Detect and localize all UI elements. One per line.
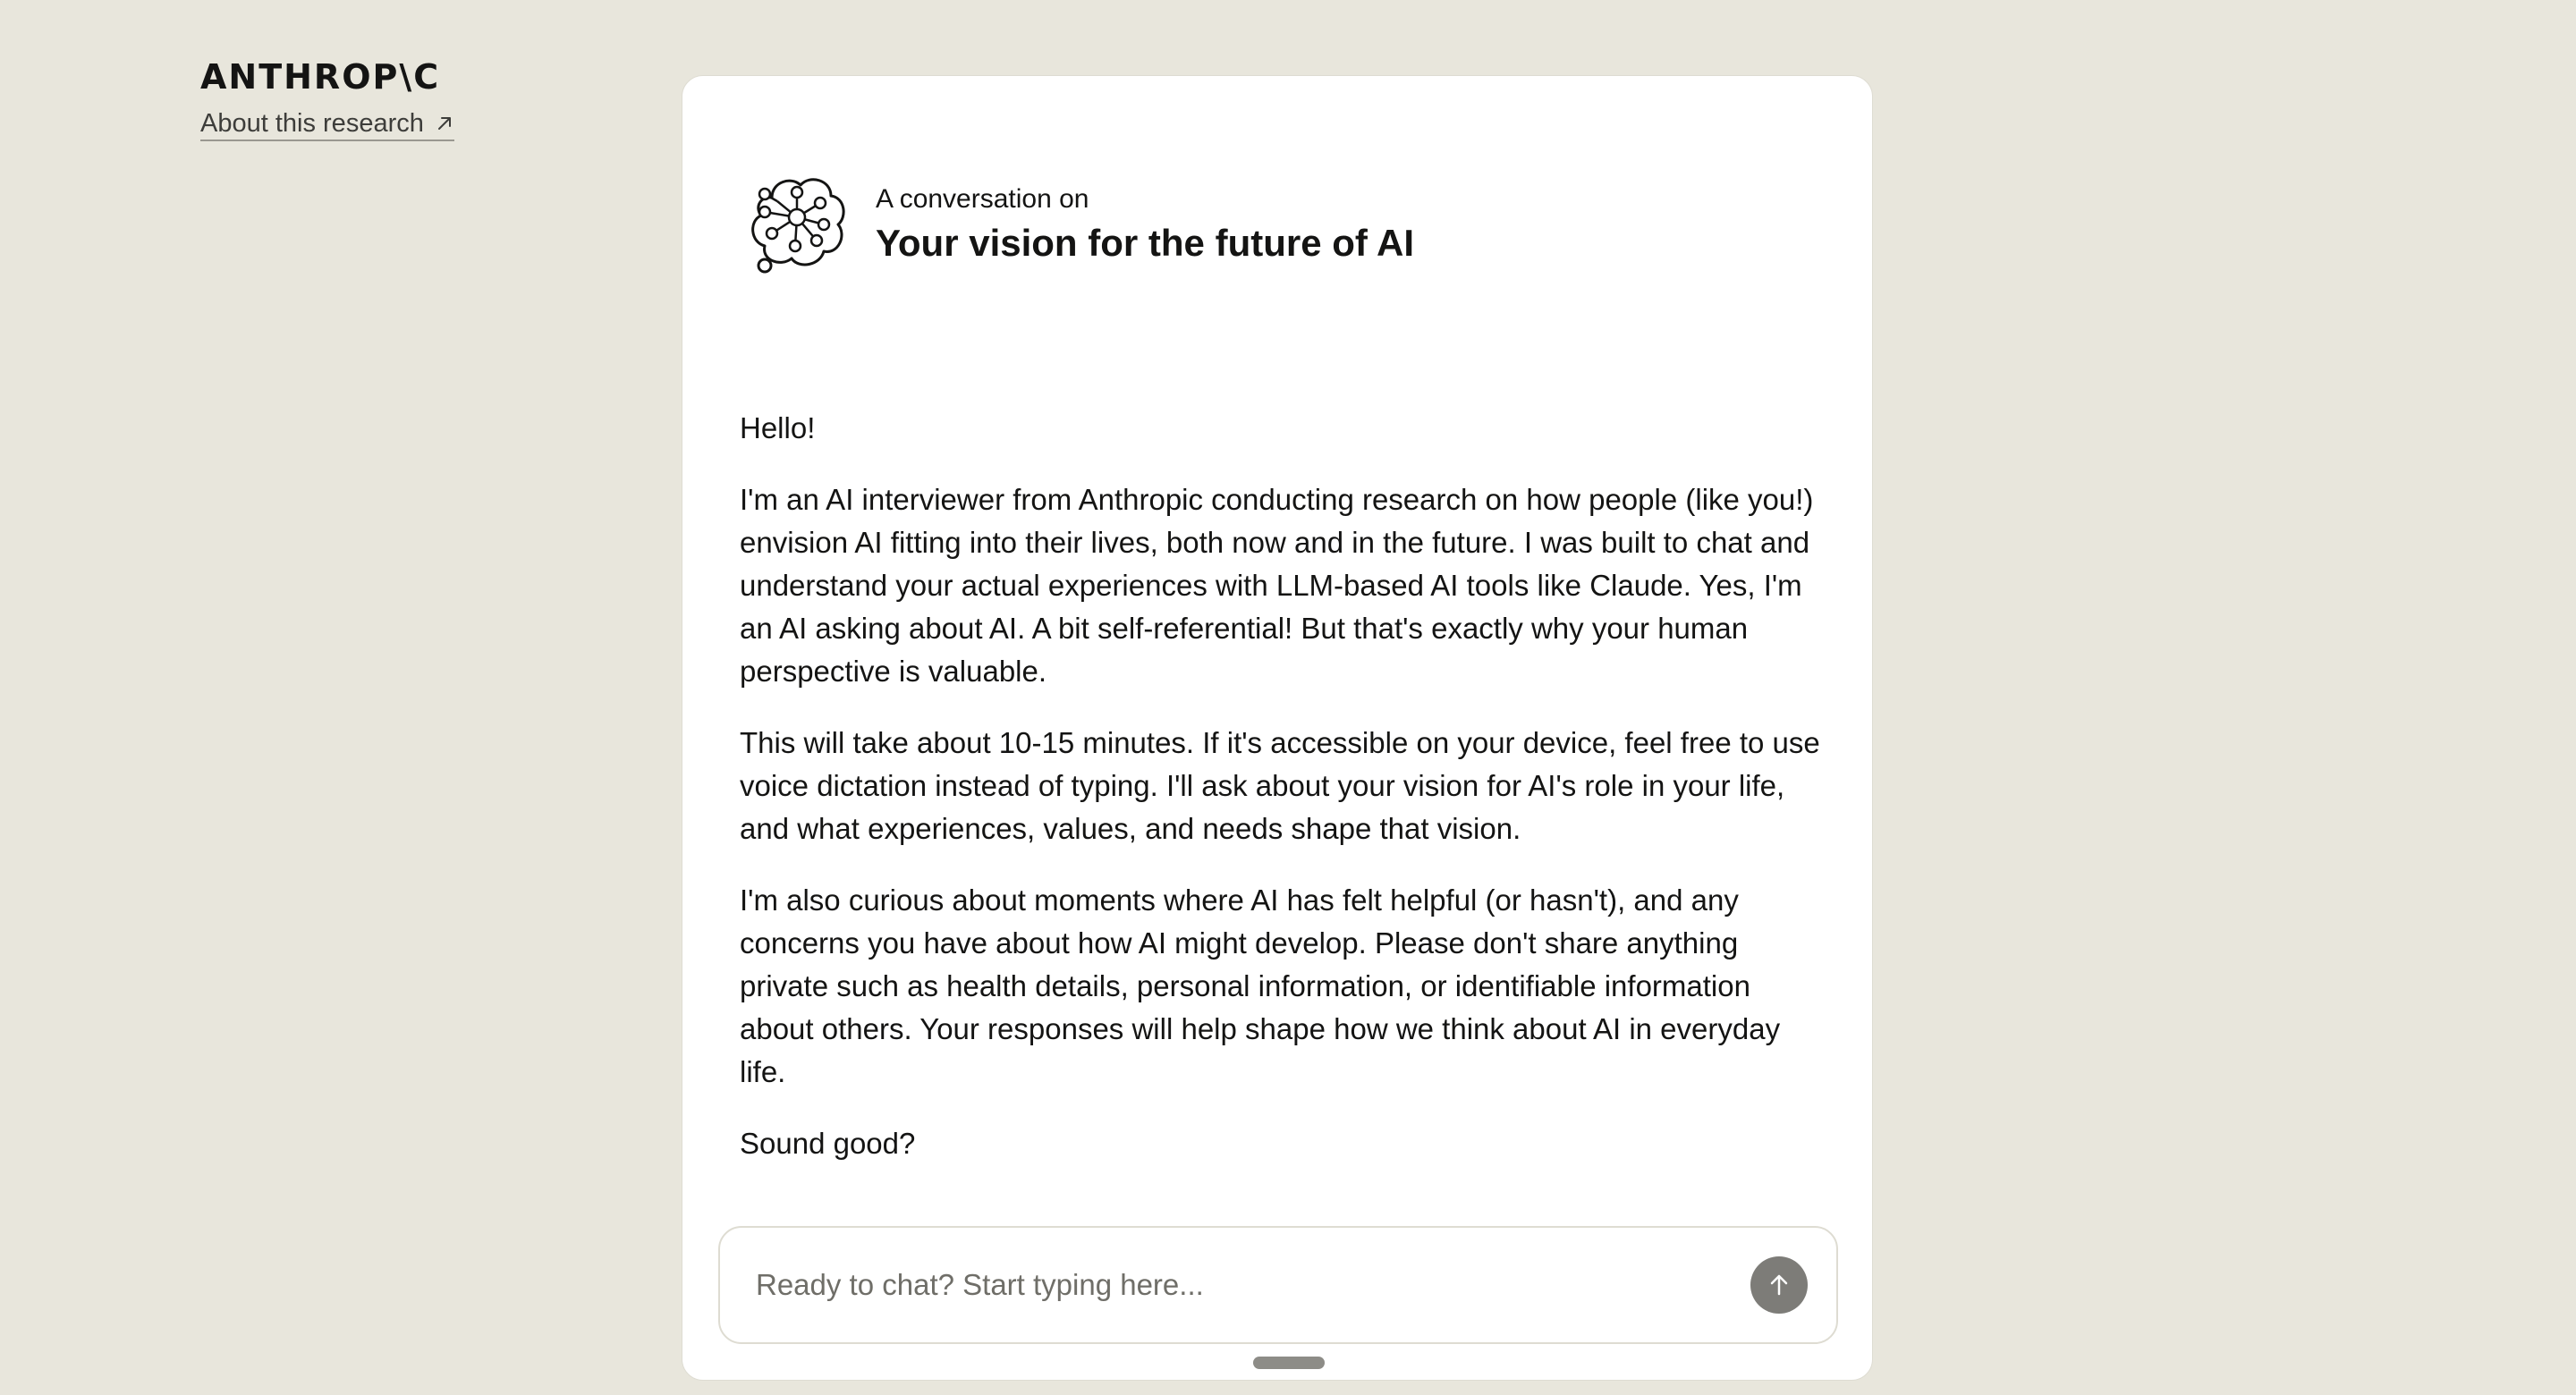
brand-block: ANTHROP\C About this research — [200, 55, 454, 141]
resize-handle[interactable] — [1253, 1357, 1325, 1369]
message-paragraph: Hello! — [740, 411, 816, 444]
message-paragraph: I'm an AI interviewer from Anthropic con… — [740, 483, 1814, 688]
external-link-arrow-icon — [437, 117, 451, 130]
conversation-topic: Your vision for the future of AI — [876, 222, 1414, 264]
conversation-header: A conversation on Your vision for the fu… — [745, 173, 1414, 276]
interview-card: A conversation on Your vision for the fu… — [682, 75, 1873, 1381]
anthropic-logo: ANTHROP\C — [200, 57, 441, 97]
about-research-label: About this research — [200, 109, 424, 138]
arrow-up-icon — [1770, 1274, 1788, 1296]
chat-input[interactable] — [756, 1268, 1750, 1302]
message-paragraph: I'm also curious about moments where AI … — [740, 884, 1781, 1088]
about-research-link[interactable]: About this research — [200, 107, 454, 141]
message-paragraph: This will take about 10-15 minutes. If i… — [740, 726, 1820, 845]
chat-composer — [718, 1226, 1838, 1344]
send-button[interactable] — [1750, 1256, 1808, 1314]
message-paragraph: Sound good? — [740, 1127, 916, 1160]
network-thought-bubble-icon — [751, 178, 845, 274]
conversation-kicker: A conversation on — [876, 184, 1089, 214]
conversation-title-block: A conversation on Your vision for the fu… — [876, 182, 1414, 267]
assistant-message: Hello! I'm an AI interviewer from Anthro… — [740, 407, 1822, 1194]
